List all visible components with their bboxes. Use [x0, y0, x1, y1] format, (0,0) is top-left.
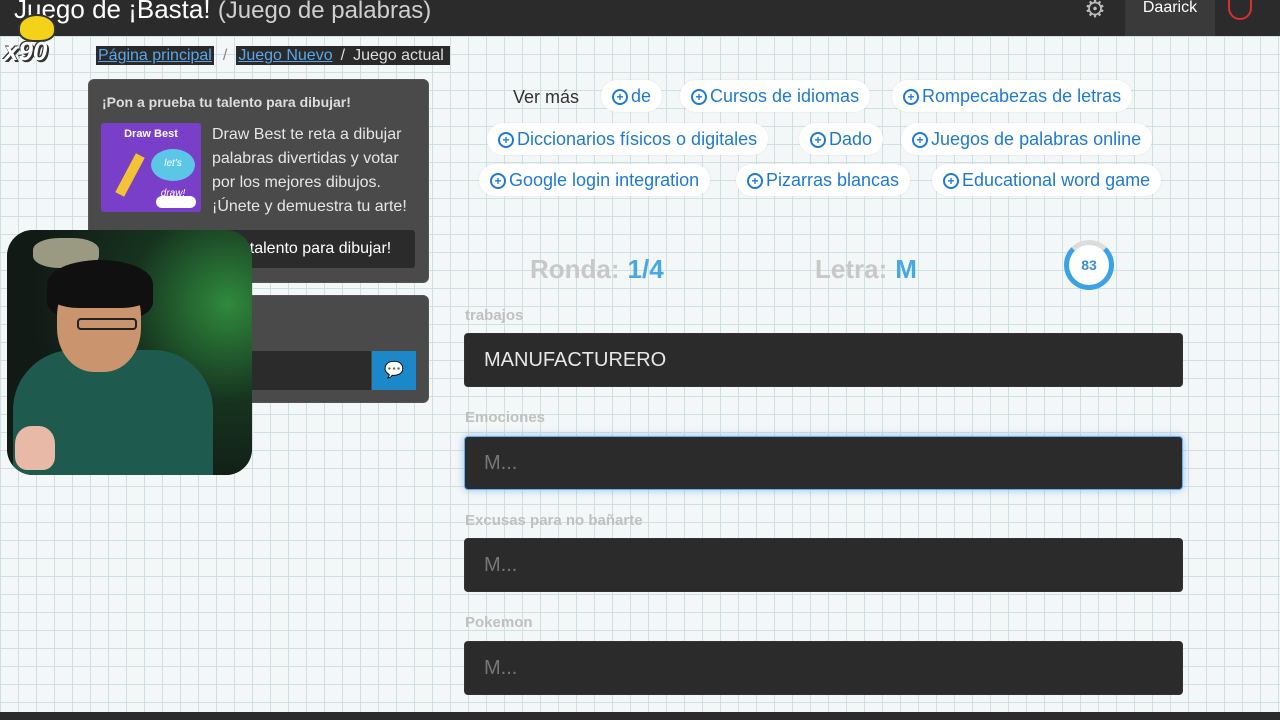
webcam-person-hair-front	[47, 260, 153, 308]
letter-indicator: Letra: M	[815, 254, 917, 285]
category-label-pokemon: Pokemon	[465, 614, 533, 631]
app-title: Juego de ¡Basta! (Juego de palabras)	[14, 0, 431, 25]
tag-label: Diccionarios físicos o digitales	[517, 129, 758, 149]
round-value: 1/4	[627, 254, 664, 284]
promo-thumbnail-title: Draw Best	[124, 128, 178, 140]
webcam-overlay	[7, 230, 252, 475]
tag-label: Educational word game	[962, 170, 1151, 190]
breadcrumb-separator: /	[222, 47, 228, 64]
category-input-emociones[interactable]	[464, 436, 1183, 490]
plus-circle-icon: +	[691, 89, 707, 105]
promo-thumbnail[interactable]: Draw Best let's draw!	[101, 123, 201, 212]
category-input-trabajos[interactable]	[464, 333, 1183, 387]
round-label: Ronda:	[530, 254, 620, 284]
tag-pizarras-blancas[interactable]: + Pizarras blancas	[736, 164, 911, 196]
plus-circle-icon: +	[747, 173, 763, 189]
webcam-sticker	[15, 426, 55, 470]
tag-label: Juegos de palabras online	[931, 129, 1142, 149]
power-icon[interactable]	[1228, 0, 1252, 20]
letter-value: M	[895, 254, 917, 284]
tag-label: Rompecabezas de letras	[922, 86, 1122, 106]
category-label-excusas: Excusas para no bañarte	[465, 512, 643, 529]
webcam-person-glasses	[77, 318, 137, 330]
category-label-trabajos: trabajos	[465, 307, 524, 324]
tag-cursos-de-idiomas[interactable]: + Cursos de idiomas	[680, 80, 871, 112]
plus-circle-icon: +	[810, 132, 826, 148]
promo-cta-label: talento para dibujar!	[249, 240, 392, 257]
tag-educational-word-game[interactable]: + Educational word game	[932, 164, 1162, 196]
breadcrumb-current: / Juego actual	[334, 46, 450, 65]
top-bar: Juego de ¡Basta! (Juego de palabras) ⚙ D…	[0, 0, 1280, 36]
round-indicator: Ronda: 1/4	[530, 254, 664, 285]
tag-juegos-de-palabras-online[interactable]: + Juegos de palabras online	[901, 123, 1153, 155]
plus-circle-icon: +	[903, 89, 919, 105]
tag-label: Google login integration	[509, 170, 700, 190]
promo-cta-button[interactable]: talento para dibujar!	[226, 230, 415, 268]
plus-circle-icon: +	[490, 173, 506, 189]
breadcrumb: Página principal / Juego Nuevo / Juego actua…	[96, 46, 450, 69]
pencil-icon	[115, 153, 145, 197]
letter-label: Letra:	[815, 254, 888, 284]
category-label-emociones: Emociones	[465, 409, 546, 426]
chat-bubble-icon: 💬	[384, 362, 404, 379]
plus-circle-icon: +	[612, 89, 628, 105]
promo-title: ¡Pon a prueba tu talento para dibujar!	[102, 94, 351, 110]
breadcrumb-new-game-link[interactable]: Juego Nuevo	[236, 46, 335, 65]
tag-de[interactable]: + de	[601, 80, 663, 112]
category-input-pokemon[interactable]	[464, 641, 1183, 695]
multiplier-overlay: x90	[4, 36, 48, 66]
tag-label: Cursos de idiomas	[710, 86, 860, 106]
plus-circle-icon: +	[498, 132, 514, 148]
category-input-excusas[interactable]	[464, 538, 1183, 592]
user-menu-button[interactable]: Daarick	[1125, 0, 1215, 36]
breadcrumb-home-link[interactable]: Página principal	[96, 46, 214, 65]
tag-label: Pizarras blancas	[766, 170, 900, 190]
tag-label: de	[631, 86, 652, 106]
tag-rompecabezas-de-letras[interactable]: + Rompecabezas de letras	[892, 80, 1133, 112]
promo-description: Draw Best te reta a dibujar palabras div…	[212, 126, 407, 215]
tag-label: Dado	[829, 129, 873, 149]
username: Daarick	[1142, 0, 1198, 16]
countdown-timer: 83	[1064, 240, 1114, 290]
app-subtitle: (Juego de palabras)	[217, 0, 432, 24]
plus-circle-icon: +	[912, 132, 928, 148]
tag-dado[interactable]: + Dado	[799, 123, 884, 155]
see-more-label: Ver más	[513, 87, 580, 107]
promo-thumbnail-bubble: let's draw!	[151, 149, 195, 199]
chat-send-button[interactable]: 💬	[372, 351, 416, 390]
breadcrumb-separator: /	[340, 47, 346, 64]
bottom-strip	[0, 712, 1280, 720]
breadcrumb-current-label: Juego actual	[353, 47, 444, 64]
gear-icon[interactable]: ⚙	[1080, 0, 1110, 24]
plus-circle-icon: +	[943, 173, 959, 189]
tag-google-login[interactable]: + Google login integration	[479, 164, 711, 196]
promo-thumbnail-logo	[156, 196, 196, 208]
tag-diccionarios[interactable]: + Diccionarios físicos o digitales	[487, 123, 769, 155]
